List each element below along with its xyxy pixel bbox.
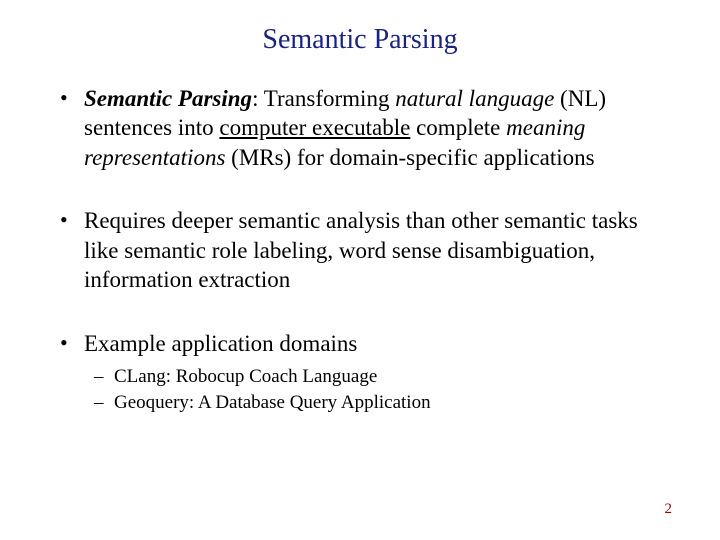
b1-term: Semantic Parsing [84, 86, 252, 111]
slide-title: Semantic Parsing [56, 24, 664, 56]
bullet-2: Requires deeper semantic analysis than o… [56, 206, 664, 294]
b1-nat-lang: natural language [395, 86, 554, 111]
bullet-list: Semantic Parsing: Transforming natural l… [56, 84, 664, 415]
sub-bullet-2: Geoquery: A Database Query Application [84, 390, 664, 416]
b3-main: Example application domains [84, 331, 357, 356]
bullet-3: Example application domains CLang: Roboc… [56, 329, 664, 416]
bullet-1: Semantic Parsing: Transforming natural l… [56, 84, 664, 172]
b1-s8: (MRs) for domain-specific applications [225, 145, 594, 170]
slide: Semantic Parsing Semantic Parsing: Trans… [0, 0, 720, 540]
b1-s2: : Transforming [252, 86, 395, 111]
b1-exec: computer executable [219, 115, 410, 140]
b1-s6: complete [410, 115, 506, 140]
sub-bullet-1: CLang: Robocup Coach Language [84, 364, 664, 390]
sub-bullet-list: CLang: Robocup Coach Language Geoquery: … [84, 364, 664, 415]
page-number: 2 [665, 501, 673, 518]
